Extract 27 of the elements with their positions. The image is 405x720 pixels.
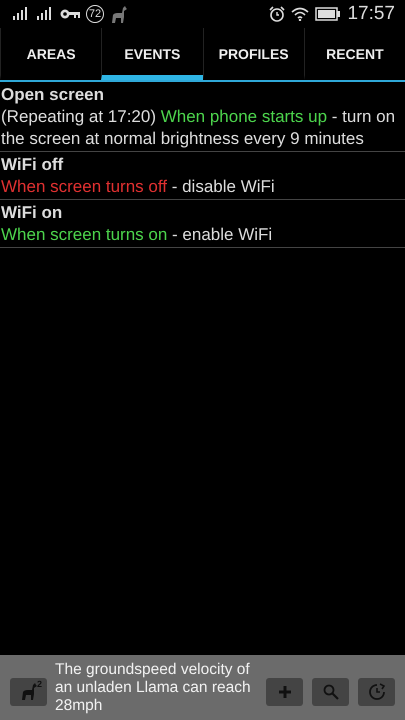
notification-count: 72	[86, 5, 104, 23]
plus-icon	[278, 684, 292, 698]
history-button[interactable]	[358, 678, 395, 706]
tab[interactable]: AREAS	[0, 28, 102, 80]
tab[interactable]: PROFILES	[202, 28, 304, 80]
tab[interactable]: RECENT	[304, 28, 405, 80]
llama-icon	[20, 682, 38, 701]
search-icon	[322, 684, 338, 700]
search-button[interactable]	[312, 678, 349, 706]
signal-icon	[12, 7, 30, 21]
alarm-icon	[269, 6, 286, 22]
event-title: WiFi off	[1, 154, 64, 176]
llama-icon	[110, 4, 128, 24]
tip-message: The groundspeed velocity of an unladen Llama can reach 28mph	[55, 660, 252, 714]
signal-icon	[36, 7, 54, 21]
key-icon	[60, 9, 80, 19]
event-description: (Repeating at 17:20) When phone starts up - turn on the screen at normal brightness every 9 minutes	[1, 106, 396, 150]
event-description: When screen turns off - disable WiFi	[1, 176, 276, 198]
clock-icon	[368, 682, 386, 700]
event-title: WiFi on	[1, 202, 64, 224]
event-description: When screen turns on - enable WiFi	[1, 224, 274, 246]
add-button[interactable]	[266, 678, 303, 706]
wifi-icon	[291, 7, 310, 21]
battery-icon	[315, 7, 342, 21]
clock-time: 17:57	[347, 3, 395, 25]
tab[interactable]: EVENTS	[101, 28, 202, 80]
event-title: Open screen	[1, 84, 105, 106]
